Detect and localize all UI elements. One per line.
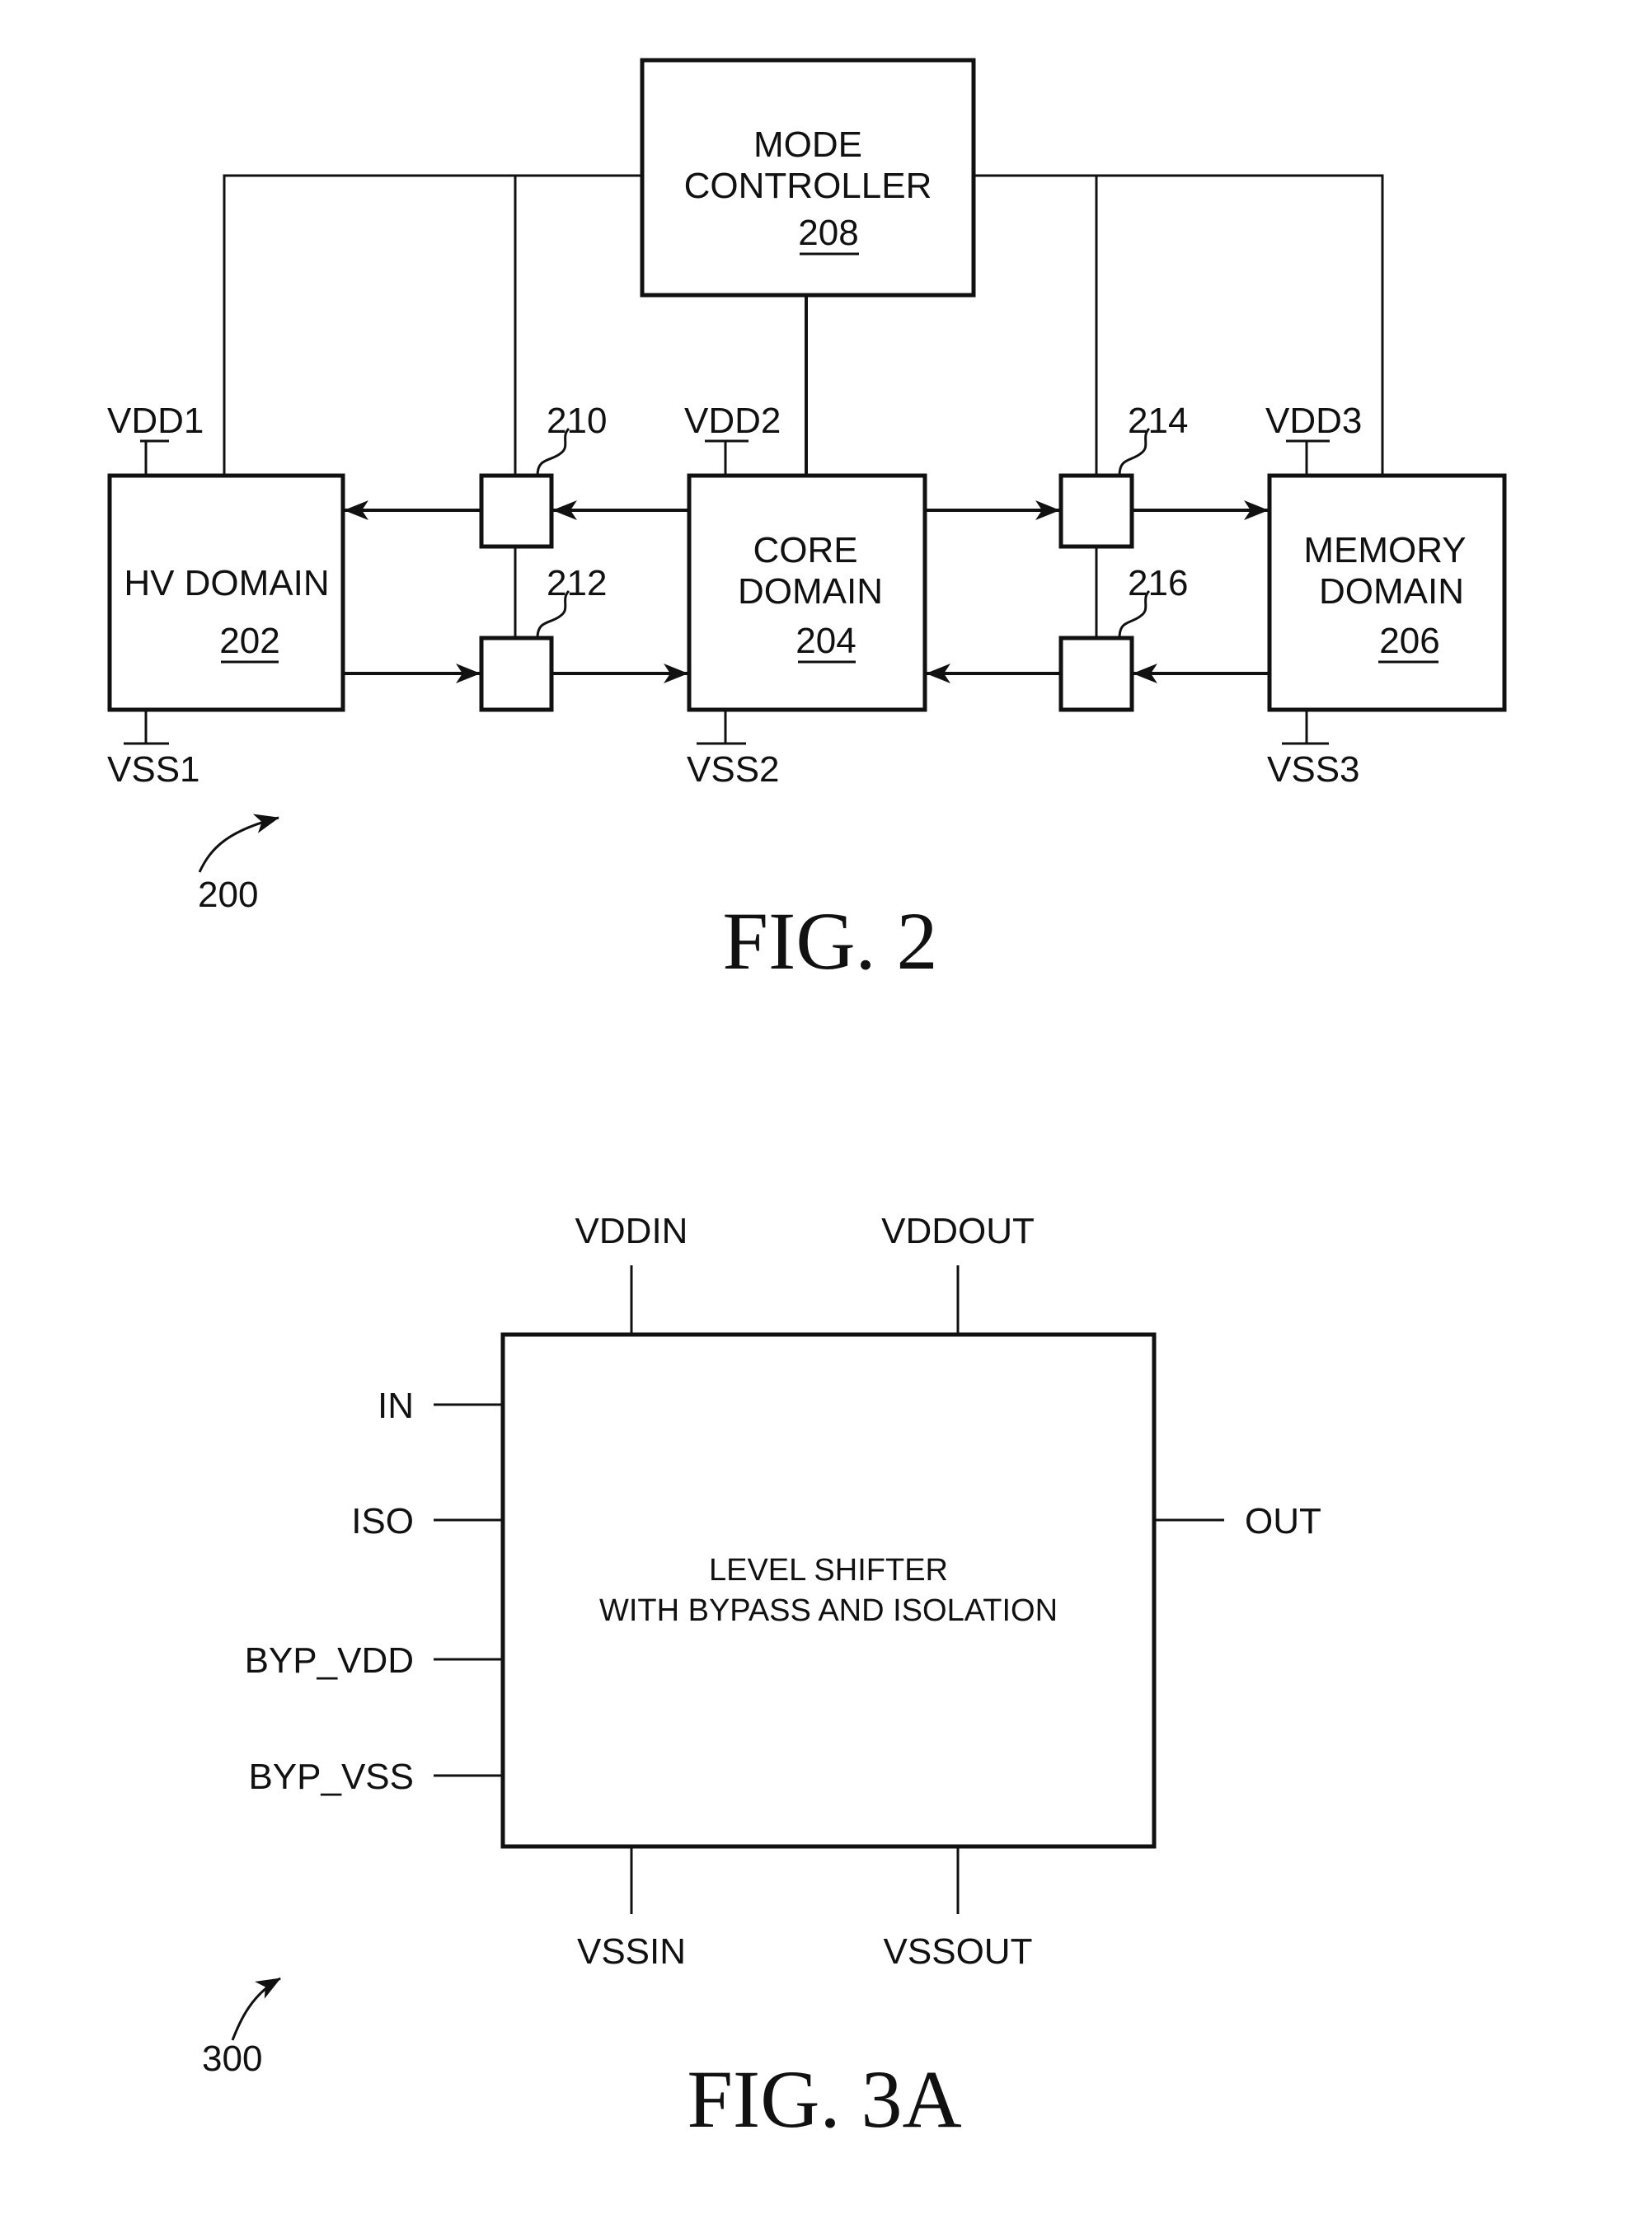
figure-2-caption: FIG. 2 [722, 895, 937, 987]
pin-vssout: VSSOUT [884, 1846, 1033, 1972]
hv-domain-ref: 202 [219, 621, 279, 661]
memory-domain-ref: 206 [1379, 621, 1439, 661]
vddin-label: VDDIN [575, 1211, 688, 1251]
memory-domain-label-2: DOMAIN [1319, 571, 1464, 612]
iso-label: ISO [351, 1501, 414, 1541]
memory-domain-block: VDD3 MEMORY DOMAIN 206 VSS3 [1265, 401, 1507, 790]
pin-vssin: VSSIN [577, 1846, 686, 1972]
hv-domain-label: HV DOMAIN [124, 563, 329, 603]
figure-3a-reference: 300 [202, 1977, 281, 2079]
ref-300: 300 [202, 2039, 262, 2079]
mode-controller-label-2: CONTROLLER [684, 166, 932, 206]
ref-210: 210 [547, 401, 607, 441]
vddout-label: VDDOUT [881, 1211, 1035, 1251]
patent-drawing-sheet: MODE CONTROLLER 208 VDD1 HV DOMAIN 202 V… [107, 58, 1507, 2145]
vdd1-label: VDD1 [107, 401, 204, 441]
core-domain-label-1: CORE [753, 530, 857, 570]
figure-2-reference: 200 [198, 814, 279, 915]
byp-vss-label: BYP_VSS [248, 1757, 414, 1797]
out-label: OUT [1245, 1501, 1321, 1541]
vdd2-label: VDD2 [684, 401, 781, 441]
vssout-label: VSSOUT [884, 1931, 1033, 1972]
mode-controller-block: MODE CONTROLLER 208 [640, 58, 976, 298]
vss2-label: VSS2 [687, 749, 780, 790]
memory-domain-label-1: MEMORY [1303, 530, 1466, 570]
vss3-label: VSS3 [1267, 749, 1360, 790]
byp-vdd-label: BYP_VDD [245, 1640, 414, 1681]
ref-212: 212 [547, 563, 607, 603]
level-shifter-label-2: WITH BYPASS AND ISOLATION [599, 1593, 1058, 1628]
level-shifter-212: 212 [479, 563, 607, 712]
level-shifter-216: 216 [1058, 563, 1188, 712]
in-label: IN [378, 1386, 414, 1426]
vss1-label: VSS1 [107, 749, 200, 790]
figure-2: MODE CONTROLLER 208 VDD1 HV DOMAIN 202 V… [107, 58, 1507, 987]
level-shifter-label-1: LEVEL SHIFTER [709, 1553, 948, 1588]
pin-vddout: VDDOUT [881, 1211, 1035, 1335]
core-domain-ref: 204 [795, 621, 856, 661]
level-shifter-214: 214 [1058, 401, 1188, 549]
mode-controller-ref: 208 [798, 213, 858, 253]
mode-controller-label-1: MODE [753, 124, 862, 165]
figure-3a: LEVEL SHIFTER WITH BYPASS AND ISOLATION … [202, 1211, 1321, 2145]
ref-216: 216 [1128, 563, 1188, 603]
pin-out: OUT [1154, 1501, 1321, 1541]
core-domain-label-2: DOMAIN [738, 571, 883, 612]
level-shifter-210: 210 [479, 401, 607, 549]
pin-vddin: VDDIN [575, 1211, 688, 1335]
pin-iso: ISO [351, 1501, 503, 1541]
vssin-label: VSSIN [577, 1931, 686, 1972]
ref-214: 214 [1128, 401, 1188, 441]
vdd3-label: VDD3 [1265, 401, 1362, 441]
pin-byp-vdd: BYP_VDD [245, 1640, 503, 1681]
pin-byp-vss: BYP_VSS [248, 1757, 503, 1797]
figure-3a-caption: FIG. 3A [687, 2053, 961, 2145]
ref-200: 200 [198, 875, 258, 915]
pin-in: IN [378, 1386, 503, 1426]
